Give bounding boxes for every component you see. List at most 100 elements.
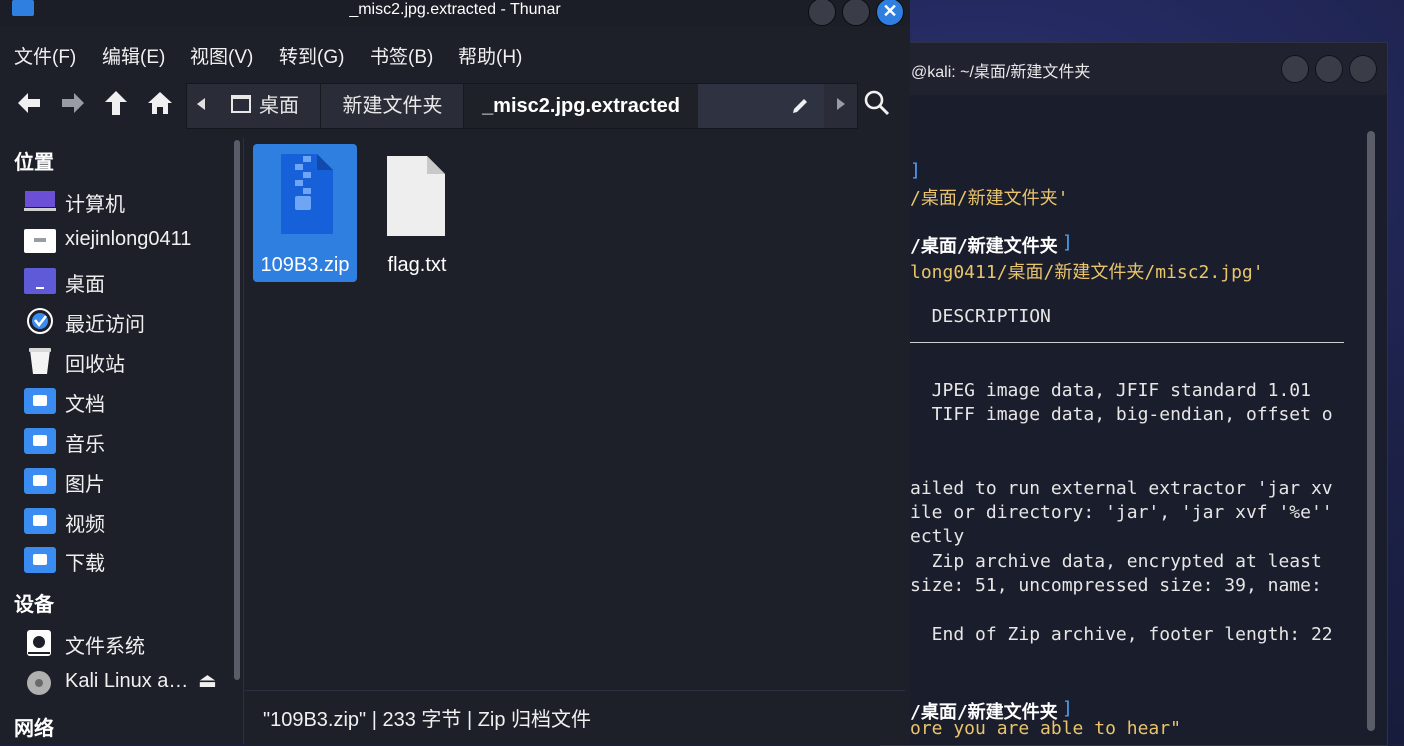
pictures-icon [24,468,56,494]
terminal-scrollbar[interactable] [1367,131,1375,731]
terminal-line: DESCRIPTION [910,306,1051,327]
sidebar-item-videos[interactable]: 视频 [24,504,234,536]
sidebar-item-trash[interactable]: 回收站 [24,344,234,376]
sidebar-item-label: 音乐 [65,434,105,456]
sidebar-item-disc[interactable]: Kali Linux a… ⏏ [24,666,234,698]
pathbar: 桌面 新建文件夹 _misc2.jpg.extracted [186,83,858,129]
sidebar-item-label: 下载 [65,553,105,575]
sidebar-item-downloads[interactable]: 下载 [24,543,234,575]
documents-icon [24,388,56,414]
sidebar-item-desktop[interactable]: 桌面 [24,264,234,296]
sidebar-item-label: 桌面 [65,274,105,296]
desktop-icon [231,95,251,113]
sidebar-item-filesystem[interactable]: 文件系统 [24,626,234,658]
terminal-prompt-bracket: ] [1062,698,1073,719]
file-name: 109B3.zip [260,254,350,276]
statusbar: "109B3.zip" | 233 字节 | Zip 归档文件 [245,690,905,745]
pane-divider[interactable] [243,138,244,744]
arrow-right-icon [62,93,84,113]
sidebar-item-computer[interactable]: 计算机 [24,184,234,216]
triangle-right-icon [837,98,845,110]
sidebar-item-label: 回收站 [65,354,125,376]
drive-icon [27,630,51,656]
file-item-zip[interactable]: 109B3.zip [253,144,357,282]
forward-button[interactable] [58,88,88,118]
menu-help[interactable]: 帮助(H) [458,42,522,69]
recent-icon [27,308,53,334]
section-places: 位置 [14,152,54,174]
crumb-current[interactable]: _misc2.jpg.extracted [464,84,699,128]
menu-view[interactable]: 视图(V) [190,42,253,69]
home-button[interactable] [145,88,175,118]
close-button[interactable]: ✕ [876,0,904,26]
menu-go[interactable]: 转到(G) [279,42,344,69]
triangle-left-icon [197,98,205,110]
terminal-line: Zip archive data, encrypted at least [910,551,1322,572]
desktop-icon [24,268,56,294]
menu-edit[interactable]: 编辑(E) [102,42,165,69]
path-scroll-right-button[interactable] [825,84,855,128]
menu-bookmarks[interactable]: 书签(B) [370,42,433,69]
terminal-line: long0411/桌面/新建文件夹/misc2.jpg' [910,262,1264,283]
arrow-left-icon [18,93,40,113]
sidebar-item-home[interactable]: xiejinlong0411 [24,224,234,256]
toolbar: 桌面 新建文件夹 _misc2.jpg.extracted [0,80,910,129]
sidebar-item-label: 文档 [65,394,105,416]
minimize-button[interactable] [808,0,836,26]
terminal-line: ] [910,160,921,181]
terminal-line: ore you are able to hear" [910,718,1181,739]
window-titlebar[interactable]: _misc2.jpg.extracted - Thunar ✕ [0,0,910,26]
section-devices: 设备 [14,594,54,616]
terminal-close-button[interactable] [1349,55,1377,83]
terminal-line: ile or directory: 'jar', 'jar xvf '%e'' [910,502,1333,523]
sidebar-item-label: 文件系统 [65,636,145,658]
sidebar-item-label: 图片 [65,474,105,496]
section-network: 网络 [14,718,54,740]
text-file-icon [387,156,445,236]
path-scroll-left-button[interactable] [187,84,217,128]
sidebar-item-recent[interactable]: 最近访问 [24,304,234,336]
status-text: "109B3.zip" | 233 字节 | Zip 归档文件 [263,709,592,731]
close-icon: ✕ [882,1,898,21]
arrow-up-icon [105,91,127,115]
terminal-line: ectly [910,526,965,547]
crumb-label: 桌面 [259,95,299,117]
sidebar-item-label: 计算机 [65,194,125,216]
crumb-new-folder[interactable]: 新建文件夹 [322,84,464,128]
sidebar-item-music[interactable]: 音乐 [24,424,234,456]
maximize-button[interactable] [842,0,870,26]
up-button[interactable] [101,88,131,118]
file-view[interactable]: 109B3.zip flag.txt [245,136,905,688]
back-button[interactable] [14,88,44,118]
sidebar-scrollbar[interactable] [234,140,240,680]
terminal-prompt-bracket: ] [1062,232,1073,253]
menu-file[interactable]: 文件(F) [14,42,76,69]
terminal-output: ] /桌面/新建文件夹' /桌面/新建文件夹] long0411/桌面/新建文件夹/m… [880,0,1350,744]
sidebar-item-pictures[interactable]: 图片 [24,464,234,496]
terminal-line: /桌面/新建文件夹 [910,236,1058,257]
sidebar-item-label: xiejinlong0411 [65,228,192,250]
terminal-line: ailed to run external extractor 'jar xv [910,478,1333,499]
file-item-txt[interactable]: flag.txt [365,144,469,282]
search-button[interactable] [862,88,892,118]
sidebar: 位置 计算机 xiejinlong0411 桌面 最近访问 回收站 文档 音乐 [0,138,240,744]
videos-icon [24,508,56,534]
sidebar-item-label: 视频 [65,514,105,536]
music-icon [24,428,56,454]
path-edit-button[interactable] [698,84,824,128]
thunar-window: _misc2.jpg.extracted - Thunar ✕ 文件(F) 编辑… [0,0,910,745]
window-title: _misc2.jpg.extracted - Thunar [349,1,561,18]
sidebar-item-documents[interactable]: 文档 [24,384,234,416]
crumb-desktop[interactable]: 桌面 [217,84,321,128]
terminal-divider [910,342,1344,343]
disc-icon [27,671,51,695]
terminal-line: /桌面/新建文件夹' [910,188,1069,209]
terminal-line: End of Zip archive, footer length: 22 [910,624,1333,645]
downloads-icon [24,547,56,573]
pencil-icon [793,99,807,113]
terminal-line: JPEG image data, JFIF standard 1.01 [910,380,1311,401]
terminal-line: size: 51, uncompressed size: 39, name: [910,575,1322,596]
search-icon [864,90,890,116]
eject-icon[interactable]: ⏏ [198,668,217,693]
sidebar-item-label: 最近访问 [65,314,145,336]
